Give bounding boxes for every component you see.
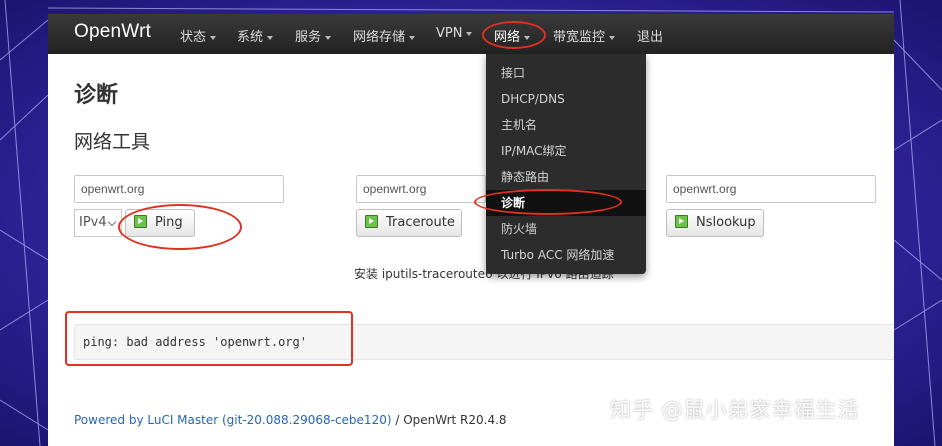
ping-host-input[interactable] [74, 175, 284, 203]
caret-down-icon [409, 35, 416, 40]
caret-down-icon [609, 35, 616, 40]
nav-status[interactable]: 状态 [180, 26, 217, 45]
caret-down-icon [210, 35, 217, 40]
ping-protocol-select[interactable]: IPv4 [74, 209, 122, 237]
nslookup-host-input[interactable] [666, 175, 876, 203]
nav-vpn-label: VPN [436, 26, 463, 41]
menu-item-diagnostics[interactable]: 诊断 [486, 190, 646, 216]
menu-item-hostnames[interactable]: 主机名 [486, 112, 646, 138]
menu-item-turbo-acc[interactable]: Turbo ACC 网络加速 [486, 242, 646, 268]
caret-down-icon [466, 31, 473, 36]
nslookup-button[interactable]: Nslookup [666, 209, 764, 237]
luci-page: OpenWrt 状态 系统 服务 网络存储 VPN 网络 带宽监控 退出 诊断 … [48, 14, 894, 446]
nav-network[interactable]: 网络 [494, 26, 531, 45]
nav-status-label: 状态 [180, 30, 207, 45]
top-navbar: OpenWrt 状态 系统 服务 网络存储 VPN 网络 带宽监控 退出 [48, 14, 894, 54]
traceroute-button[interactable]: Traceroute [356, 209, 462, 237]
nav-network-label: 网络 [494, 30, 521, 45]
diagnostic-output: ping: bad address 'openwrt.org' [74, 324, 894, 360]
nav-nas[interactable]: 网络存储 [353, 26, 416, 45]
apply-icon [134, 215, 147, 228]
apply-icon [675, 215, 688, 228]
menu-item-interfaces[interactable]: 接口 [486, 60, 646, 86]
footer: Powered by LuCI Master (git-20.088.29068… [74, 413, 507, 427]
nav-vpn[interactable]: VPN [436, 26, 473, 41]
menu-item-firewall[interactable]: 防火墙 [486, 216, 646, 242]
chevron-down-icon [107, 217, 117, 227]
nav-bandwidth[interactable]: 带宽监控 [553, 26, 616, 45]
nav-logout[interactable]: 退出 [637, 26, 663, 45]
brand-logo[interactable]: OpenWrt [74, 21, 151, 43]
menu-item-static-routes[interactable]: 静态路由 [486, 164, 646, 190]
zhihu-watermark: 知乎 @鼠小弟家幸福生活 [610, 398, 860, 422]
menu-item-dhcp-dns[interactable]: DHCP/DNS [486, 86, 646, 112]
section-title: 网络工具 [74, 131, 151, 153]
page-title: 诊断 [74, 83, 119, 108]
apply-icon [365, 215, 378, 228]
nav-system-label: 系统 [237, 30, 264, 45]
nav-services-label: 服务 [295, 30, 322, 45]
network-dropdown-menu: 接口 DHCP/DNS 主机名 IP/MAC绑定 静态路由 诊断 防火墙 Tur… [486, 54, 646, 274]
caret-down-icon [267, 35, 274, 40]
nav-services[interactable]: 服务 [295, 26, 332, 45]
menu-item-ip-mac-binding[interactable]: IP/MAC绑定 [486, 138, 646, 164]
nslookup-button-label: Nslookup [696, 215, 756, 230]
ping-button-label: Ping [155, 215, 183, 230]
luci-version-link[interactable]: Powered by LuCI Master (git-20.088.29068… [74, 413, 392, 427]
caret-down-icon [325, 35, 332, 40]
traceroute-host-input[interactable] [356, 175, 486, 203]
nav-nas-label: 网络存储 [353, 30, 406, 45]
openwrt-version: / OpenWrt R20.4.8 [391, 413, 507, 427]
nav-system[interactable]: 系统 [237, 26, 274, 45]
caret-down-icon [524, 35, 531, 40]
traceroute-button-label: Traceroute [386, 215, 455, 230]
ping-protocol-value: IPv4 [79, 215, 107, 230]
nav-logout-label: 退出 [637, 30, 664, 45]
ping-button[interactable]: Ping [125, 209, 195, 237]
nav-bandwidth-label: 带宽监控 [553, 30, 606, 45]
